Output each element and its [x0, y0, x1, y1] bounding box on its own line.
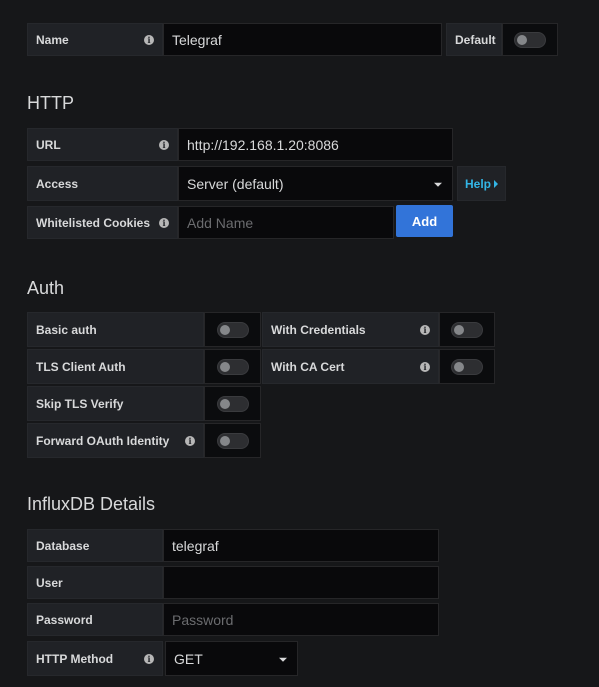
with-credentials-label-text: With Credentials [271, 322, 366, 337]
forward-oauth-label-text: Forward OAuth Identity [36, 433, 170, 448]
cookies-label: Whitelisted Cookies i [27, 206, 178, 239]
database-input-value: telegraf [172, 537, 219, 554]
access-select[interactable]: Server (default) [178, 166, 453, 201]
toggle-switch-icon [216, 321, 249, 338]
auth-heading: Auth [27, 278, 65, 298]
caret-down-icon [279, 657, 287, 662]
tls-client-auth-toggle[interactable] [204, 349, 261, 384]
with-ca-cert-label: With CA Cert i [262, 349, 439, 384]
help-button-label: Help [464, 176, 491, 191]
toggle-switch-icon [216, 432, 249, 449]
name-label-text: Name [36, 32, 69, 47]
access-label: Access [27, 166, 178, 201]
default-label-text: Default [455, 32, 496, 47]
http-heading: HTTP [27, 93, 74, 113]
http-method-value: GET [174, 650, 203, 667]
skip-tls-verify-label-text: Skip TLS Verify [36, 396, 124, 411]
name-label: Name i [27, 23, 163, 56]
name-input[interactable]: Telegraf [163, 23, 442, 56]
http-method-select[interactable]: GET [165, 641, 298, 676]
url-input-value: http://192.168.1.20:8086 [187, 136, 339, 153]
info-icon[interactable]: i [144, 34, 154, 45]
with-credentials-toggle[interactable] [439, 312, 495, 347]
database-label: Database [27, 529, 163, 562]
info-icon[interactable]: i [185, 435, 195, 446]
url-label: URL i [27, 128, 178, 161]
info-icon[interactable]: i [159, 217, 169, 228]
info-icon[interactable]: i [159, 139, 169, 150]
password-label-text: Password [36, 612, 93, 627]
http-method-label: HTTP Method i [27, 641, 163, 676]
http-method-label-text: HTTP Method [36, 651, 114, 666]
info-icon[interactable]: i [144, 653, 154, 664]
add-cookie-button[interactable]: Add [396, 205, 453, 237]
forward-oauth-label: Forward OAuth Identity i [27, 423, 204, 458]
caret-down-icon [434, 182, 442, 187]
basic-auth-toggle[interactable] [204, 312, 261, 347]
password-label: Password [27, 603, 163, 636]
tls-client-auth-label-text: TLS Client Auth [36, 359, 126, 374]
user-label-text: User [36, 575, 63, 590]
url-label-text: URL [36, 137, 61, 152]
access-select-value: Server (default) [187, 175, 284, 192]
url-input[interactable]: http://192.168.1.20:8086 [178, 128, 453, 161]
info-icon[interactable]: i [420, 361, 430, 372]
user-label: User [27, 566, 163, 599]
skip-tls-verify-toggle[interactable] [204, 386, 261, 421]
with-credentials-label: With Credentials i [262, 312, 439, 347]
default-label: Default [446, 23, 502, 56]
toggle-switch-icon [514, 31, 546, 48]
basic-auth-label: Basic auth [27, 312, 204, 347]
forward-oauth-toggle[interactable] [204, 423, 261, 458]
database-input[interactable]: telegraf [163, 529, 439, 562]
toggle-switch-icon [451, 358, 483, 375]
password-placeholder: Password [172, 611, 234, 628]
with-ca-cert-label-text: With CA Cert [271, 359, 345, 374]
toggle-switch-icon [451, 321, 483, 338]
user-input[interactable] [163, 566, 439, 599]
info-icon[interactable]: i [420, 324, 430, 335]
cookies-input[interactable]: Add Name [178, 206, 394, 239]
with-ca-cert-toggle[interactable] [439, 349, 495, 384]
name-input-value: Telegraf [172, 31, 222, 48]
toggle-switch-icon [216, 358, 249, 375]
access-label-text: Access [36, 176, 79, 191]
skip-tls-verify-label: Skip TLS Verify [27, 386, 204, 421]
basic-auth-label-text: Basic auth [36, 322, 97, 337]
database-label-text: Database [36, 538, 90, 553]
password-input[interactable]: Password [163, 603, 439, 636]
cookies-placeholder: Add Name [187, 214, 254, 231]
toggle-switch-icon [216, 395, 249, 412]
help-button[interactable]: Help [457, 166, 506, 201]
cookies-label-text: Whitelisted Cookies [36, 215, 151, 230]
default-toggle[interactable] [502, 23, 558, 56]
influx-heading: InfluxDB Details [27, 494, 156, 514]
tls-client-auth-label: TLS Client Auth [27, 349, 204, 384]
caret-right-icon [494, 179, 498, 188]
